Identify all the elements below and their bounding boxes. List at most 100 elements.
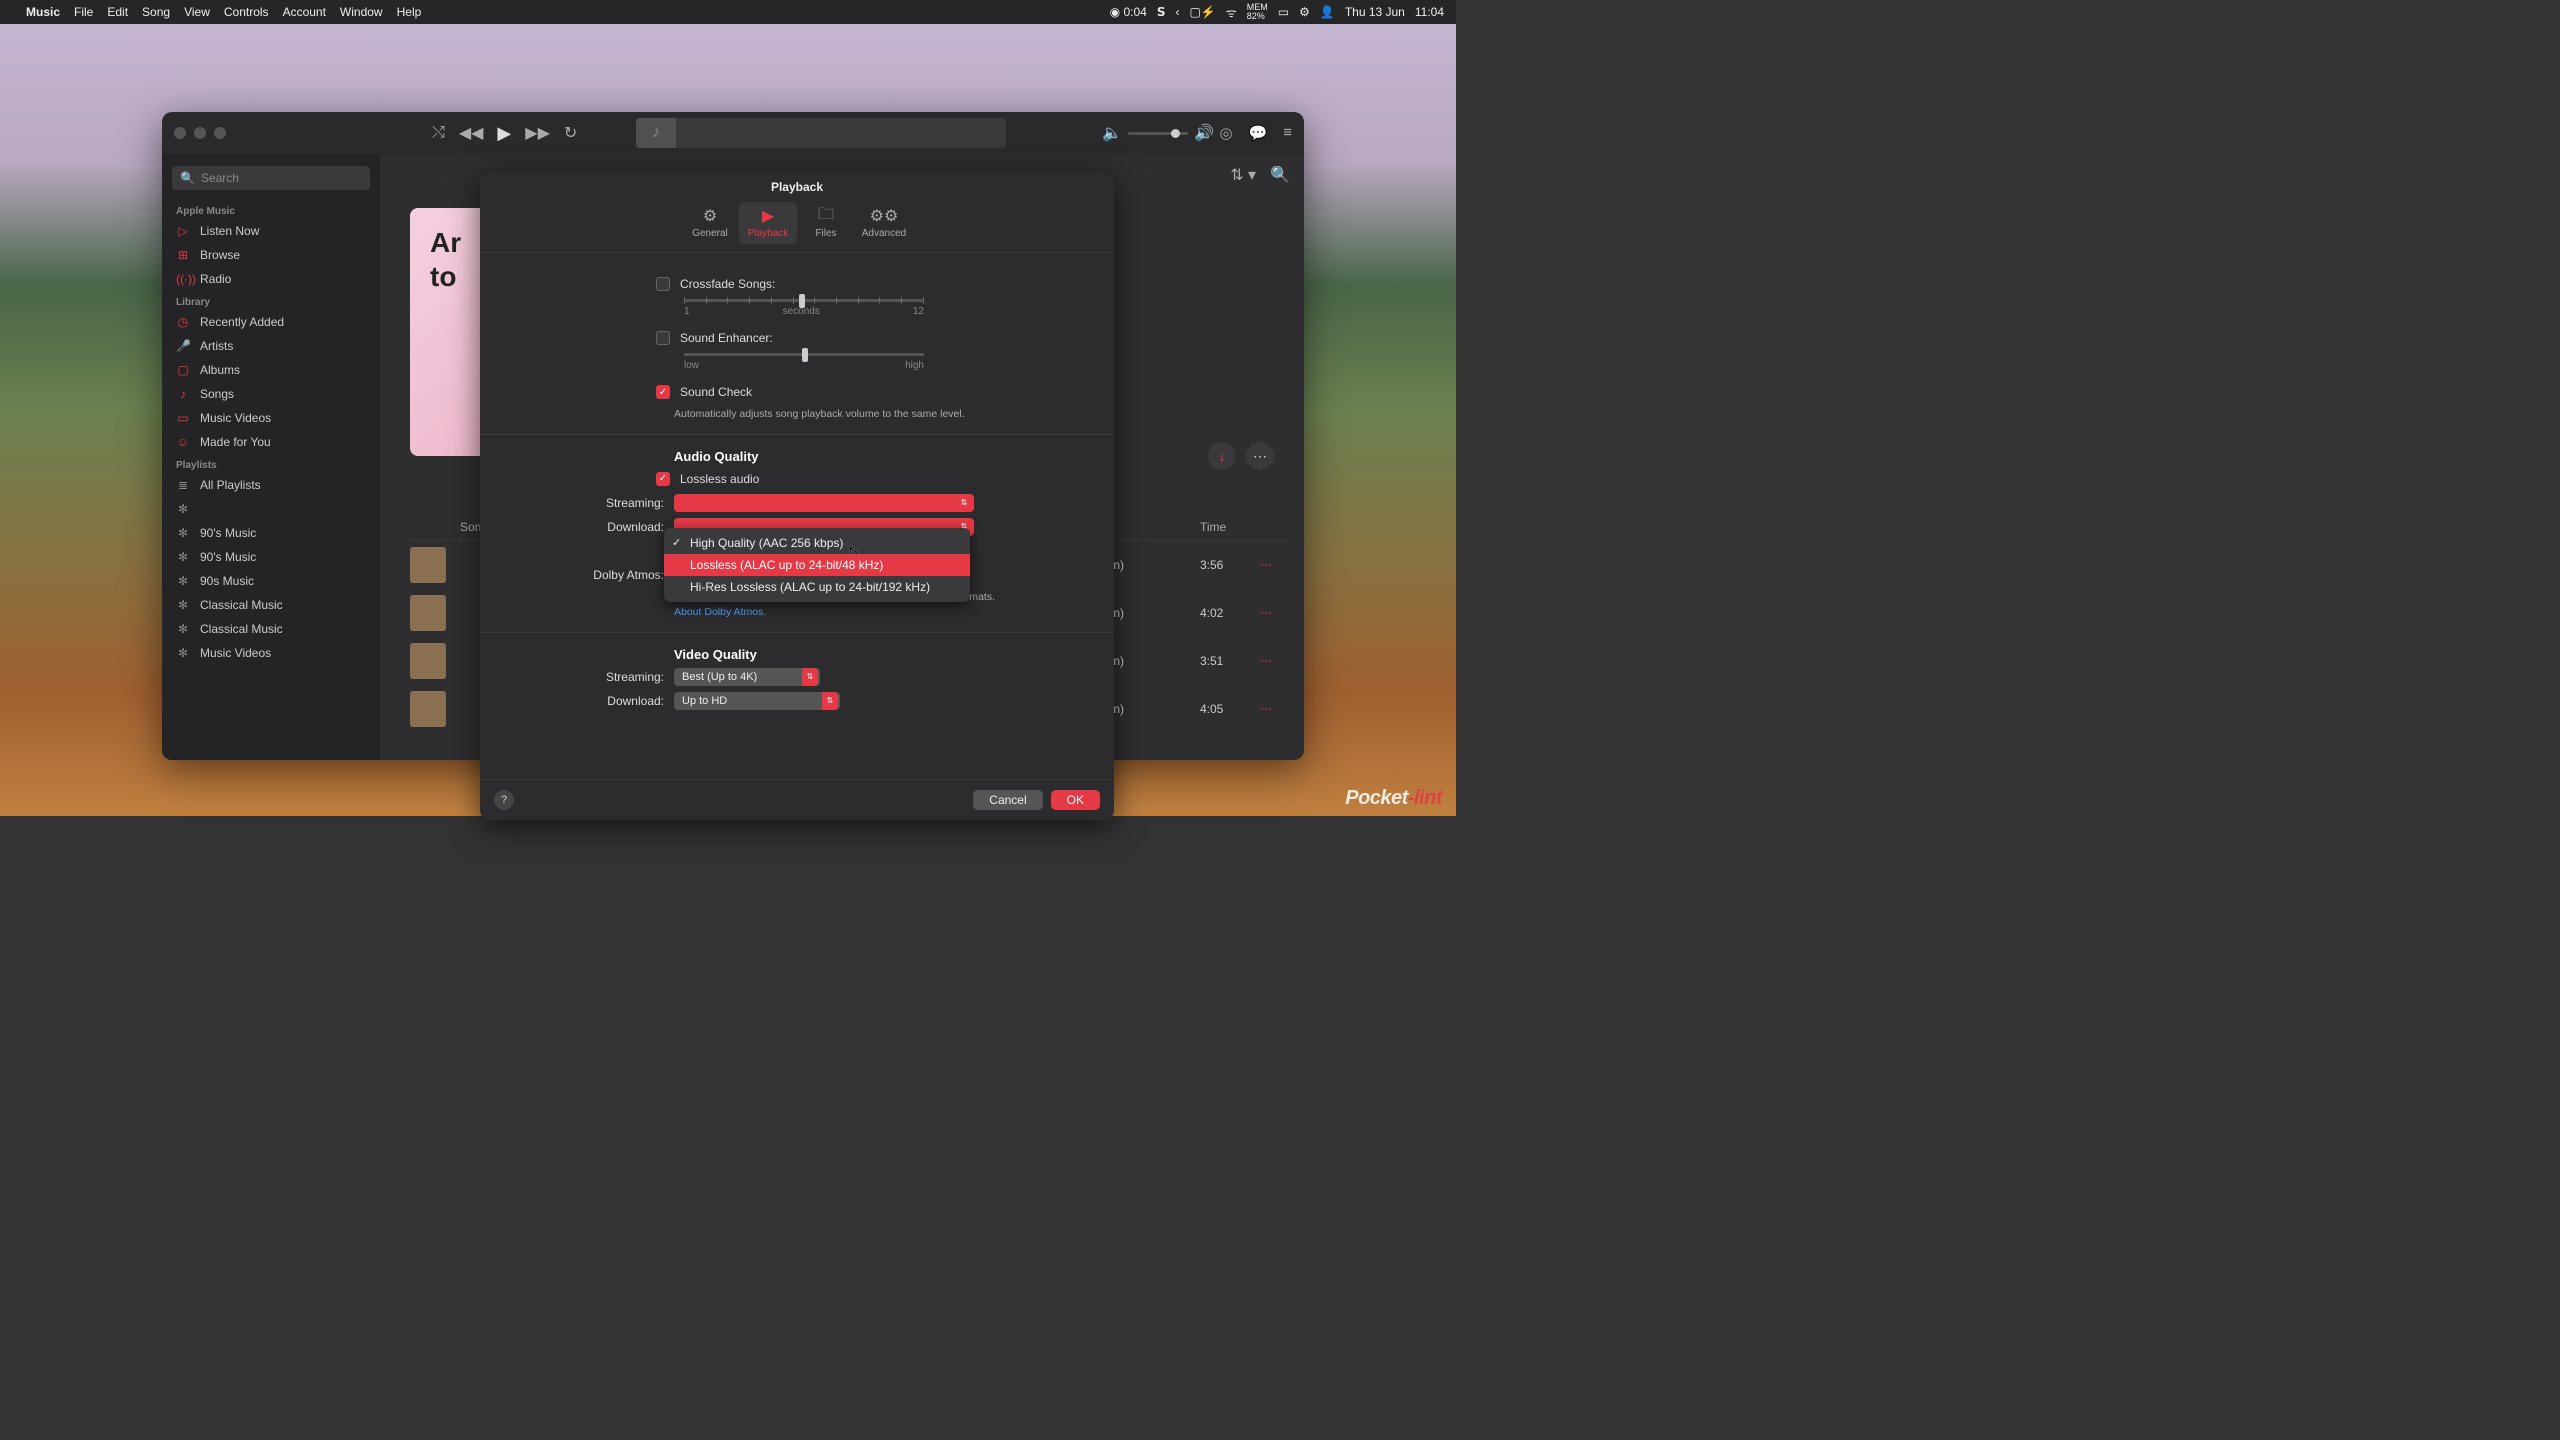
- enhancer-slider[interactable]: lowhigh: [684, 353, 924, 371]
- video-quality-heading: Video Quality: [674, 647, 1078, 662]
- sidebar-item-90s-3[interactable]: ✻90s Music: [162, 569, 380, 593]
- video-icon: ▭: [176, 411, 190, 425]
- user-icon[interactable]: 👤: [1320, 5, 1335, 19]
- download-button[interactable]: ↓: [1208, 442, 1236, 470]
- sidebar-item-albums[interactable]: ▢Albums: [162, 358, 380, 382]
- battery-icon[interactable]: ▢⚡: [1190, 5, 1216, 19]
- mem-indicator[interactable]: MEM82%: [1247, 3, 1268, 21]
- search-input[interactable]: 🔍 Search: [172, 166, 370, 190]
- now-playing-artwork-placeholder: ♪: [636, 118, 676, 148]
- previous-button[interactable]: ◀◀: [459, 123, 484, 143]
- next-button[interactable]: ▶▶: [525, 123, 550, 143]
- display-icon[interactable]: ▭: [1278, 5, 1289, 19]
- song-artwork: [410, 643, 446, 679]
- sidebar-item-music-videos-playlist[interactable]: ✻Music Videos: [162, 641, 380, 665]
- volume-high-icon: 🔊: [1194, 123, 1214, 143]
- about-dolby-link[interactable]: About Dolby Atmos.: [674, 606, 766, 618]
- dolby-label: Dolby Atmos:: [516, 568, 664, 582]
- menu-view[interactable]: View: [184, 5, 210, 19]
- playlist-icon: ≣: [176, 478, 190, 492]
- sidebar-item-songs[interactable]: ♪Songs: [162, 382, 380, 406]
- sidebar-item-listen-now[interactable]: ▷Listen Now: [162, 219, 380, 243]
- gear-icon: ✻: [176, 502, 190, 516]
- streaming-label: Streaming:: [516, 496, 664, 510]
- dropdown-option-lossless[interactable]: Lossless (ALAC up to 24-bit/48 kHz): [664, 554, 970, 576]
- menubar-time[interactable]: 11:04: [1415, 5, 1444, 19]
- ok-button[interactable]: OK: [1051, 790, 1100, 810]
- person-icon: ☺: [176, 435, 190, 449]
- volume-low-icon: 🔈: [1102, 123, 1122, 143]
- enhancer-checkbox[interactable]: [656, 331, 670, 345]
- video-download-select[interactable]: Up to HD⇅: [674, 692, 840, 710]
- cancel-button[interactable]: Cancel: [973, 790, 1042, 810]
- sidebar-item-genius[interactable]: ✻: [162, 497, 380, 521]
- enhancer-label: Sound Enhancer:: [680, 331, 773, 345]
- crossfade-slider[interactable]: 1seconds12: [684, 299, 924, 317]
- app-menu[interactable]: Music: [26, 5, 60, 19]
- menu-song[interactable]: Song: [142, 5, 170, 19]
- close-window-button[interactable]: [174, 127, 186, 139]
- folder-icon: 🗀: [818, 207, 834, 225]
- menu-account[interactable]: Account: [283, 5, 326, 19]
- prefs-tab-files[interactable]: 🗀Files: [797, 202, 855, 244]
- chevron-updown-icon: ⇅: [822, 692, 838, 710]
- soundcheck-description: Automatically adjusts song playback volu…: [674, 407, 1078, 422]
- volume-slider[interactable]: [1128, 132, 1188, 135]
- status-icon-2[interactable]: ‹: [1176, 5, 1180, 19]
- column-time[interactable]: Time: [1200, 520, 1260, 534]
- control-center-icon[interactable]: ⚙: [1299, 5, 1310, 19]
- search-in-view-icon[interactable]: 🔍: [1270, 165, 1290, 185]
- sort-icon[interactable]: ⇅ ▾: [1230, 165, 1256, 185]
- menubar-date[interactable]: Thu 13 Jun: [1345, 5, 1405, 19]
- menu-file[interactable]: File: [74, 5, 93, 19]
- lossless-checkbox[interactable]: ✓: [656, 472, 670, 486]
- wifi-icon[interactable]: ᯤ: [1226, 4, 1237, 21]
- play-button[interactable]: ▶: [497, 123, 511, 144]
- video-streaming-select[interactable]: Best (Up to 4K)⇅: [674, 668, 820, 686]
- sidebar-item-classical-2[interactable]: ✻Classical Music: [162, 617, 380, 641]
- sidebar-item-classical-1[interactable]: ✻Classical Music: [162, 593, 380, 617]
- soundcheck-checkbox[interactable]: ✓: [656, 385, 670, 399]
- crossfade-checkbox[interactable]: [656, 277, 670, 291]
- dropdown-option-hires[interactable]: Hi-Res Lossless (ALAC up to 24-bit/192 k…: [664, 576, 970, 598]
- lyrics-icon[interactable]: 💬: [1249, 124, 1268, 142]
- titlebar: ⤭ ◀◀ ▶ ▶▶ ↻ ♪ 🔈 🔊 ◎ 💬 ≡: [162, 112, 1304, 154]
- streaming-select[interactable]: ⇅: [674, 494, 974, 512]
- song-artwork: [410, 595, 446, 631]
- queue-icon[interactable]: ≡: [1283, 124, 1292, 142]
- sidebar-item-artists[interactable]: 🎤Artists: [162, 334, 380, 358]
- sidebar-item-90s-1[interactable]: ✻90's Music: [162, 521, 380, 545]
- menu-controls[interactable]: Controls: [224, 5, 269, 19]
- audio-quality-heading: Audio Quality: [674, 449, 1078, 464]
- sidebar-item-browse[interactable]: ⊞Browse: [162, 243, 380, 267]
- download-label: Download:: [516, 520, 664, 534]
- now-playing[interactable]: ♪: [636, 118, 1006, 148]
- album-icon: ▢: [176, 363, 190, 377]
- prefs-tab-playback[interactable]: ▶Playback: [739, 202, 797, 244]
- timer-icon[interactable]: ◉ 0:04: [1110, 5, 1147, 19]
- smart-playlist-icon: ✻: [176, 598, 190, 612]
- smart-playlist-icon: ✻: [176, 622, 190, 636]
- dropdown-option-high-quality[interactable]: High Quality (AAC 256 kbps): [664, 532, 970, 554]
- prefs-tab-advanced[interactable]: ⚙⚙Advanced: [855, 202, 913, 244]
- help-button[interactable]: ?: [494, 790, 514, 810]
- status-icon-1[interactable]: 𝗦: [1157, 5, 1166, 19]
- menu-help[interactable]: Help: [397, 5, 422, 19]
- shuffle-button[interactable]: ⤭: [432, 124, 445, 142]
- sidebar-item-90s-2[interactable]: ✻90's Music: [162, 545, 380, 569]
- zoom-window-button[interactable]: [214, 127, 226, 139]
- menu-edit[interactable]: Edit: [107, 5, 128, 19]
- sidebar-item-all-playlists[interactable]: ≣All Playlists: [162, 473, 380, 497]
- sidebar-item-recently-added[interactable]: ◷Recently Added: [162, 310, 380, 334]
- clock-icon: ◷: [176, 315, 190, 329]
- airplay-icon[interactable]: ◎: [1219, 124, 1232, 142]
- sidebar-item-radio[interactable]: ((·))Radio: [162, 267, 380, 291]
- sidebar-item-made-for-you[interactable]: ☺Made for You: [162, 430, 380, 454]
- menubar: Music File Edit Song View Controls Accou…: [0, 0, 1456, 24]
- sidebar-item-music-videos[interactable]: ▭Music Videos: [162, 406, 380, 430]
- repeat-button[interactable]: ↻: [564, 123, 577, 143]
- more-button[interactable]: ⋯: [1246, 442, 1274, 470]
- menu-window[interactable]: Window: [340, 5, 383, 19]
- minimize-window-button[interactable]: [194, 127, 206, 139]
- prefs-tab-general[interactable]: ⚙General: [681, 202, 739, 244]
